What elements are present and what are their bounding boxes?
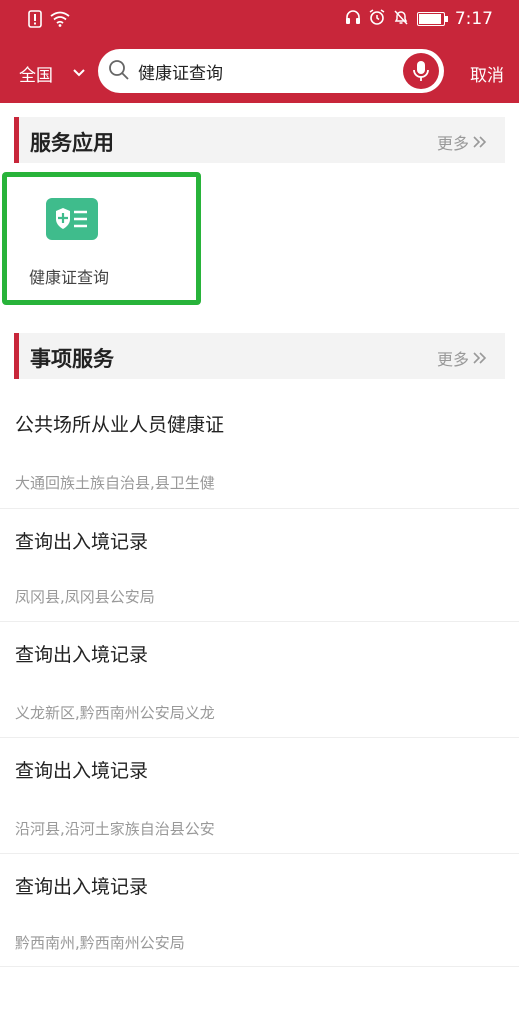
section-accent-bar <box>14 333 19 379</box>
mute-icon <box>393 9 409 29</box>
list-item[interactable]: 查询出入境记录 黔西南州,黔西南州公安局 <box>0 872 519 967</box>
double-chevron-right-icon <box>473 136 487 148</box>
more-label: 更多 <box>436 134 469 153</box>
more-link[interactable]: 更多 <box>437 130 487 154</box>
list-item[interactable]: 查询出入境记录 义龙新区,黔西南州公安局义龙 <box>0 640 519 738</box>
search-box[interactable] <box>98 49 444 93</box>
app-tile-health-card[interactable]: 健康证查询 <box>2 172 201 305</box>
app-tile-label: 健康证查询 <box>29 268 110 287</box>
alarm-icon <box>369 9 385 29</box>
section-title: 服务应用 <box>30 131 114 155</box>
item-title: 查询出入境记录 <box>15 531 149 553</box>
item-title: 查询出入境记录 <box>15 876 149 898</box>
headset-icon <box>345 9 361 29</box>
item-title: 公共场所从业人员健康证 <box>15 414 225 436</box>
item-subtitle: 凤冈县,凤冈县公安局 <box>15 588 155 606</box>
sim-alert-icon <box>28 10 42 32</box>
list-item[interactable]: 查询出入境记录 沿河县,沿河土家族自治县公安 <box>0 756 519 854</box>
section-header-service-apps: 服务应用 更多 <box>14 117 505 163</box>
list-item[interactable]: 公共场所从业人员健康证 大通回族土族自治县,县卫生健 <box>0 410 519 509</box>
more-link[interactable]: 更多 <box>437 346 487 370</box>
wifi-icon <box>50 11 70 31</box>
section-accent-bar <box>14 117 19 163</box>
voice-search-button[interactable] <box>403 53 439 89</box>
chevron-down-icon[interactable] <box>72 63 86 82</box>
search-bar: 全国 取消 <box>0 45 519 99</box>
item-subtitle: 沿河县,沿河土家族自治县公安 <box>15 820 215 838</box>
search-icon <box>108 59 130 85</box>
more-label: 更多 <box>436 350 469 369</box>
status-bar: 7:17 <box>0 0 519 40</box>
search-input[interactable] <box>138 61 388 81</box>
item-title: 查询出入境记录 <box>15 760 149 782</box>
item-subtitle: 义龙新区,黔西南州公安局义龙 <box>15 704 215 722</box>
battery-icon <box>416 12 448 26</box>
health-card-icon <box>46 198 98 240</box>
region-selector[interactable]: 全国 <box>19 61 53 86</box>
app-header: 7:17 全国 取消 <box>0 0 519 103</box>
item-subtitle: 大通回族土族自治县,县卫生健 <box>15 474 215 492</box>
section-header-matters: 事项服务 更多 <box>14 333 505 379</box>
item-subtitle: 黔西南州,黔西南州公安局 <box>15 934 185 952</box>
microphone-icon <box>413 61 429 81</box>
status-time: 7:17 <box>454 9 493 29</box>
double-chevron-right-icon <box>473 352 487 364</box>
section-title: 事项服务 <box>30 347 114 371</box>
list-item[interactable]: 查询出入境记录 凤冈县,凤冈县公安局 <box>0 527 519 622</box>
item-title: 查询出入境记录 <box>15 644 149 666</box>
cancel-button[interactable]: 取消 <box>470 61 504 86</box>
